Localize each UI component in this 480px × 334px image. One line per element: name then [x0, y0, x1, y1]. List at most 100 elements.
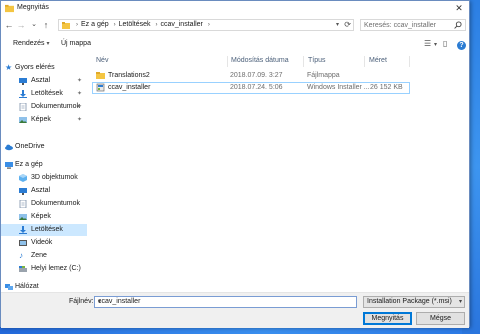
file-list: Név Módosítás dátuma Típus Méret Transla…: [89, 53, 467, 291]
filename-label: Fájlnév:: [69, 298, 94, 305]
sidebar-item-this-pc[interactable]: Ez a gép: [1, 159, 87, 171]
desktop-icon: [19, 78, 27, 85]
sidebar-item-local-disk[interactable]: Helyi lemez (C:): [1, 263, 87, 275]
back-button[interactable]: ←: [4, 19, 14, 31]
view-options-icon[interactable]: ☰: [424, 39, 431, 48]
chevron-down-icon[interactable]: ▾: [98, 298, 354, 305]
sidebar-item-desktop[interactable]: Asztal: [1, 185, 87, 197]
column-divider[interactable]: [409, 56, 410, 67]
file-type-select[interactable]: Installation Package (*.msi) ▾: [363, 296, 465, 308]
preview-pane-icon[interactable]: ▯: [443, 39, 447, 48]
open-file-dialog: Megnyitás ✕ ← → ⌄ ↑ › Ez a gép › Letöltése…: [0, 0, 470, 328]
column-divider[interactable]: [364, 56, 365, 67]
sidebar-item-downloads[interactable]: Letöltések ✦: [1, 88, 87, 100]
cancel-button[interactable]: Mégse: [416, 312, 465, 325]
desktop-icon: [19, 188, 27, 195]
download-icon: [19, 226, 27, 234]
sidebar-item-label: Videók: [31, 239, 53, 246]
breadcrumb-ccav-installer[interactable]: ccav_installer: [160, 21, 202, 28]
new-folder-button[interactable]: Új mappa: [61, 40, 91, 47]
sidebar-item-label: Ez a gép: [15, 161, 43, 168]
pin-icon: ✦: [77, 104, 83, 110]
column-header-modified[interactable]: Módosítás dátuma: [231, 57, 289, 64]
pin-icon: ✦: [77, 78, 83, 84]
close-button[interactable]: ✕: [452, 3, 466, 14]
sidebar-item-pictures[interactable]: Képek ✦: [1, 114, 87, 126]
chevron-down-icon: ▾: [458, 299, 462, 305]
cloud-icon: [5, 144, 13, 151]
sidebar-item-label: Helyi lemez (C:): [31, 265, 81, 272]
column-divider[interactable]: [227, 56, 228, 67]
sidebar-item-documents[interactable]: Dokumentumok: [1, 198, 87, 210]
refresh-icon[interactable]: ⟳: [344, 20, 351, 29]
file-type: Windows Installer ...: [307, 84, 370, 91]
sidebar-item-quick-access[interactable]: ★ Gyors elérés: [1, 62, 87, 74]
sidebar-item-documents[interactable]: Dokumentumok ✦: [1, 101, 87, 113]
chevron-down-icon[interactable]: ▾: [434, 41, 437, 48]
breadcrumb-this-pc[interactable]: Ez a gép: [81, 21, 109, 28]
filename-field[interactable]: ccav_installer ▾: [94, 296, 357, 308]
sidebar-item-downloads[interactable]: Letöltések: [1, 224, 87, 236]
network-icon: [5, 284, 13, 290]
music-icon: ♪: [19, 251, 23, 260]
sidebar-item-label: OneDrive: [15, 143, 45, 150]
sidebar-item-label: Képek: [31, 116, 51, 123]
open-button[interactable]: Megnyitás: [363, 312, 412, 325]
chevron-down-icon[interactable]: ▾: [336, 21, 339, 28]
column-header-name[interactable]: Név: [96, 57, 108, 64]
document-icon: [19, 200, 27, 208]
drive-icon: [19, 266, 27, 272]
help-button[interactable]: ?: [457, 41, 466, 50]
file-name: ccav_installer: [108, 84, 151, 91]
window-title: Megnyitás: [17, 4, 49, 11]
address-bar[interactable]: › Ez a gép › Letöltések › ccav_installer › …: [58, 19, 354, 31]
sidebar-item-videos[interactable]: Videók: [1, 237, 87, 249]
forward-button[interactable]: →: [16, 19, 26, 31]
organize-label: Rendezés: [13, 40, 45, 47]
sidebar-item-label: 3D objektumok: [31, 174, 78, 181]
videos-icon: [19, 240, 27, 246]
download-icon: [19, 90, 27, 98]
sidebar-item-label: Letöltések: [31, 226, 63, 233]
sidebar-item-label: Dokumentumok: [31, 103, 81, 110]
search-input[interactable]: Keresés: ccav_installer: [360, 19, 466, 31]
sidebar-item-3d-objects[interactable]: 3D objektumok: [1, 172, 87, 184]
pin-icon: ✦: [77, 117, 83, 123]
title-bar: Megnyitás ✕: [1, 1, 469, 16]
sidebar-item-onedrive[interactable]: OneDrive: [1, 141, 87, 153]
column-header-size[interactable]: Méret: [369, 57, 387, 64]
3d-objects-icon: [19, 174, 27, 182]
organize-button[interactable]: Rendezés ▾: [13, 40, 50, 47]
pin-icon: ✦: [77, 91, 83, 97]
sidebar-item-label: Hálózat: [15, 283, 39, 290]
sidebar-item-desktop[interactable]: Asztal ✦: [1, 75, 87, 87]
search-icon: [454, 21, 462, 29]
file-modified: 2018.07.24. 5:06: [230, 84, 283, 91]
file-name: Translations2: [108, 72, 150, 79]
search-placeholder: Keresés: ccav_installer: [364, 22, 436, 29]
table-row[interactable]: Translations2 2018.07.09. 3:27 Fájlmappa: [92, 70, 410, 82]
file-size: 26 152 KB: [370, 84, 403, 91]
sidebar-item-pictures[interactable]: Képek: [1, 211, 87, 223]
command-bar: Rendezés ▾ Új mappa ☰ ▾ ▯: [1, 36, 469, 52]
msi-installer-icon: [96, 83, 105, 92]
breadcrumb: › Ez a gép › Letöltések › ccav_installer ›: [73, 21, 213, 28]
breadcrumb-separator: ›: [76, 22, 78, 28]
file-type-value: Installation Package (*.msi): [367, 298, 452, 305]
sidebar-item-label: Képek: [31, 213, 51, 220]
pictures-icon: [19, 117, 27, 123]
sidebar-item-label: Zene: [31, 252, 47, 259]
up-button[interactable]: ↑: [41, 19, 51, 31]
chevron-down-icon: ▾: [46, 41, 50, 47]
column-divider[interactable]: [303, 56, 304, 67]
breadcrumb-downloads[interactable]: Letöltések: [119, 21, 151, 28]
navigation-pane: ★ Gyors elérés Asztal ✦ Letöltések ✦ Dok…: [1, 55, 88, 291]
sidebar-item-network[interactable]: Hálózat: [1, 281, 87, 291]
table-row[interactable]: ccav_installer 2018.07.24. 5:06 Windows …: [92, 82, 410, 94]
recent-locations-button[interactable]: ⌄: [29, 19, 39, 31]
folder-icon: [96, 72, 105, 79]
pictures-icon: [19, 214, 27, 220]
column-header-type[interactable]: Típus: [308, 57, 326, 64]
sidebar-item-music[interactable]: ♪ Zene: [1, 250, 87, 262]
app-icon: [5, 4, 14, 13]
